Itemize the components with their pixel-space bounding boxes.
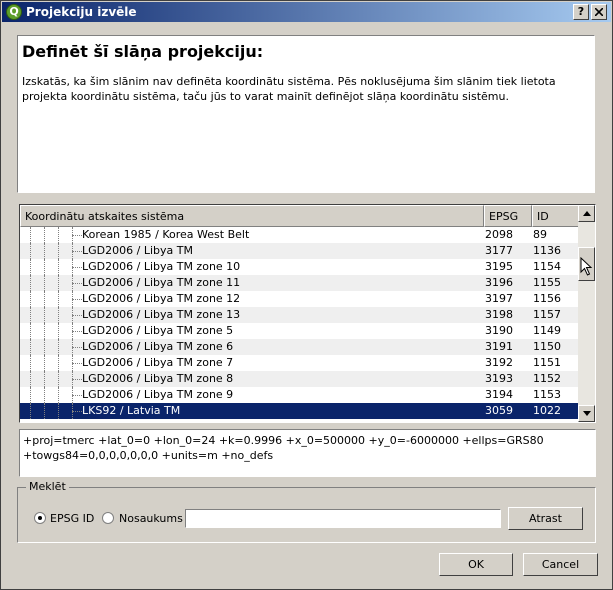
column-header-id[interactable]: ID — [532, 205, 579, 227]
crs-row[interactable]: LGD2006 / Libya TM zone 10 3195 1154 — [20, 259, 579, 275]
crs-id-cell: 1022 — [533, 404, 561, 417]
proj-string-display: +proj=tmerc +lat_0=0 +lon_0=24 +k=0.9996… — [19, 429, 596, 477]
crs-name-cell: LGD2006 / Libya TM zone 7 — [82, 356, 234, 369]
qgis-logo-icon: Q — [6, 4, 22, 20]
crs-tree-scrollbar[interactable] — [578, 205, 595, 422]
crs-id-cell: 1157 — [533, 308, 561, 321]
epsg-code-cell: 3192 — [485, 356, 513, 369]
ok-button[interactable]: OK — [439, 553, 513, 576]
epsg-code-cell: 3197 — [485, 292, 513, 305]
crs-tree-rows: Korean 1985 / Korea West Belt 2098 89 LGD20… — [20, 227, 579, 419]
crs-name-cell: LGD2006 / Libya TM zone 6 — [82, 340, 234, 353]
search-group: Meklēt EPSG ID Nosaukums Atrast — [17, 480, 596, 543]
epsg-code-cell: 3194 — [485, 388, 513, 401]
crs-id-cell: 89 — [533, 228, 547, 241]
search-group-legend: Meklēt — [26, 480, 69, 493]
crs-name-cell: LGD2006 / Libya TM zone 5 — [82, 324, 234, 337]
crs-row[interactable]: LGD2006 / Libya TM zone 13 3198 1157 — [20, 307, 579, 323]
column-header-crs[interactable]: Koordinātu atskaites sistēma — [20, 205, 484, 227]
crs-name-cell: LGD2006 / Libya TM zone 10 — [82, 260, 241, 273]
mouse-cursor-icon — [580, 257, 593, 276]
epsg-code-cell: 3190 — [485, 324, 513, 337]
crs-row[interactable]: Korean 1985 / Korea West Belt 2098 89 — [20, 227, 579, 243]
search-input[interactable] — [185, 509, 501, 528]
crs-row[interactable]: LGD2006 / Libya TM zone 6 3191 1150 — [20, 339, 579, 355]
crs-row[interactable]: LGD2006 / Libya TM zone 5 3190 1149 — [20, 323, 579, 339]
radio-name[interactable] — [102, 512, 114, 524]
crs-name-cell: LGD2006 / Libya TM zone 9 — [82, 388, 234, 401]
info-description: Izskatās, ka šim slānim nav definēta koo… — [22, 75, 556, 103]
scroll-up-button[interactable] — [578, 205, 595, 222]
epsg-code-cell: 3193 — [485, 372, 513, 385]
epsg-code-cell: 3177 — [485, 244, 513, 257]
epsg-code-cell: 2098 — [485, 228, 513, 241]
projection-selector-dialog: Q Projekciju izvēle ? Definēt šī slāņa p… — [0, 0, 613, 590]
crs-id-cell: 1149 — [533, 324, 561, 337]
crs-tree-header: Koordinātu atskaites sistēma EPSG ID — [20, 205, 579, 227]
crs-row[interactable]: LGD2006 / Libya TM 3177 1136 — [20, 243, 579, 259]
tree-branch-lines — [30, 387, 82, 403]
scroll-down-button[interactable] — [578, 405, 595, 422]
crs-row[interactable]: LGD2006 / Libya TM zone 9 3194 1153 — [20, 387, 579, 403]
radio-epsg-id[interactable] — [34, 512, 46, 524]
crs-id-cell: 1155 — [533, 276, 561, 289]
crs-id-cell: 1153 — [533, 388, 561, 401]
epsg-code-cell: 3196 — [485, 276, 513, 289]
cancel-button[interactable]: Cancel — [523, 553, 598, 576]
tree-branch-lines — [30, 307, 82, 323]
radio-epsg-id-label[interactable]: EPSG ID — [50, 512, 94, 525]
crs-row[interactable]: LGD2006 / Libya TM zone 12 3197 1156 — [20, 291, 579, 307]
epsg-code-cell: 3198 — [485, 308, 513, 321]
tree-branch-lines — [30, 339, 82, 355]
epsg-code-cell: 3059 — [485, 404, 513, 417]
crs-id-cell: 1150 — [533, 340, 561, 353]
crs-row[interactable]: LGD2006 / Libya TM zone 7 3192 1151 — [20, 355, 579, 371]
close-button[interactable] — [591, 4, 607, 20]
tree-branch-lines — [30, 371, 82, 387]
crs-row[interactable]: LGD2006 / Libya TM zone 11 3196 1155 — [20, 275, 579, 291]
title-bar: Q Projekciju izvēle ? — [2, 2, 611, 22]
find-button[interactable]: Atrast — [508, 507, 583, 530]
epsg-code-cell: 3191 — [485, 340, 513, 353]
tree-branch-lines — [30, 291, 82, 307]
tree-branch-lines — [30, 403, 82, 419]
arrow-up-icon — [582, 211, 591, 216]
crs-id-cell: 1152 — [533, 372, 561, 385]
info-panel: Definēt šī slāņa projekciju: Izskatās, k… — [17, 35, 595, 193]
crs-row[interactable]: LKS92 / Latvia TM 3059 1022 — [20, 403, 579, 419]
crs-tree[interactable]: Koordinātu atskaites sistēma EPSG ID Kor… — [19, 204, 596, 423]
crs-name-cell: Korean 1985 / Korea West Belt — [82, 228, 250, 241]
help-button[interactable]: ? — [573, 4, 589, 20]
radio-name-label[interactable]: Nosaukums — [119, 512, 183, 525]
tree-branch-lines — [30, 243, 82, 259]
column-header-epsg[interactable]: EPSG — [484, 205, 532, 227]
crs-name-cell: LKS92 / Latvia TM — [82, 404, 181, 417]
crs-id-cell: 1151 — [533, 356, 561, 369]
info-heading: Definēt šī slāņa projekciju: — [22, 42, 264, 61]
arrow-down-icon — [582, 411, 591, 416]
crs-name-cell: LGD2006 / Libya TM zone 13 — [82, 308, 241, 321]
tree-branch-lines — [30, 323, 82, 339]
close-icon — [594, 7, 604, 17]
tree-branch-lines — [30, 355, 82, 371]
tree-branch-lines — [30, 259, 82, 275]
crs-row[interactable]: LGD2006 / Libya TM zone 8 3193 1152 — [20, 371, 579, 387]
crs-id-cell: 1154 — [533, 260, 561, 273]
crs-name-cell: LGD2006 / Libya TM zone 12 — [82, 292, 241, 305]
crs-name-cell: LGD2006 / Libya TM — [82, 244, 193, 257]
epsg-code-cell: 3195 — [485, 260, 513, 273]
crs-name-cell: LGD2006 / Libya TM zone 11 — [82, 276, 241, 289]
tree-branch-lines — [30, 227, 82, 243]
crs-name-cell: LGD2006 / Libya TM zone 8 — [82, 372, 234, 385]
crs-id-cell: 1136 — [533, 244, 561, 257]
window-title: Projekciju izvēle — [26, 5, 137, 19]
tree-branch-lines — [30, 275, 82, 291]
crs-id-cell: 1156 — [533, 292, 561, 305]
